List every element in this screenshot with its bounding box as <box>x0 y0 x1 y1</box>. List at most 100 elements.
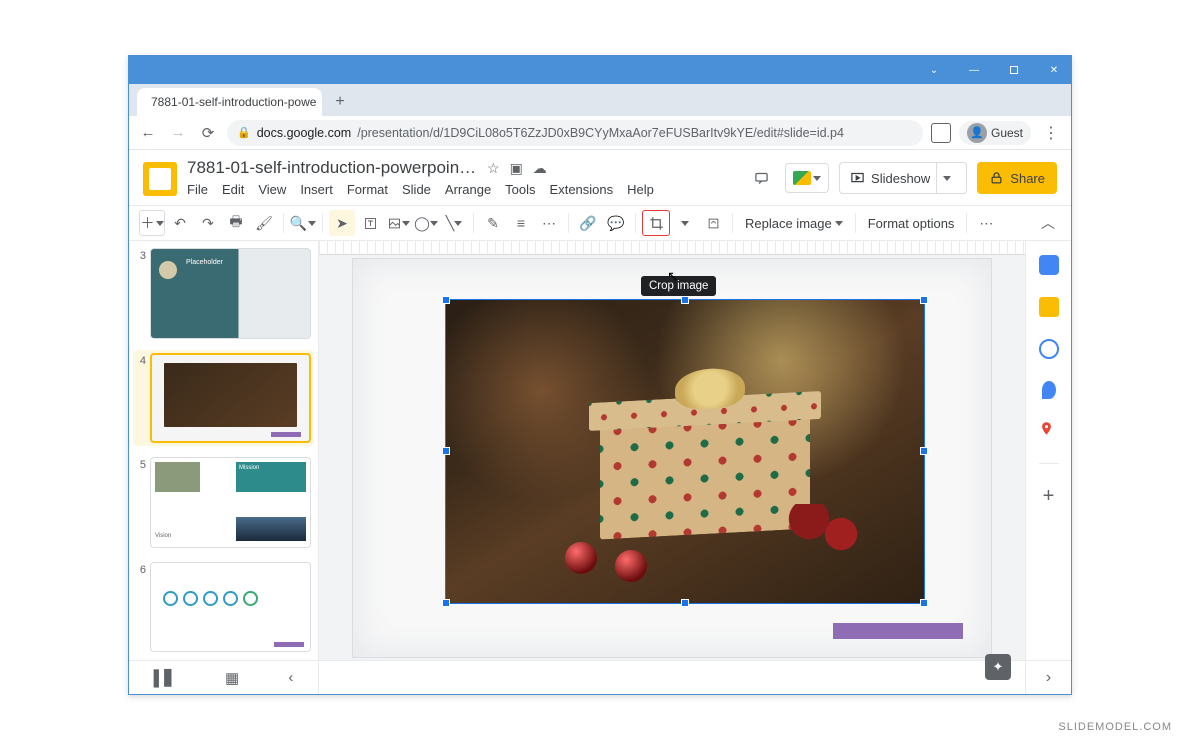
share-label: Share <box>1010 171 1045 186</box>
decorative-bar[interactable] <box>833 623 963 639</box>
side-panel: + <box>1025 241 1071 660</box>
watermark: SLIDEMODEL.COM <box>1058 721 1172 733</box>
menu-insert[interactable]: Insert <box>300 182 333 197</box>
maps-icon[interactable] <box>1039 421 1059 441</box>
comments-icon[interactable] <box>747 164 775 192</box>
border-weight-icon[interactable]: ≡ <box>508 210 534 236</box>
contacts-icon[interactable] <box>1042 381 1056 399</box>
gift-box-graphic <box>595 373 815 545</box>
hide-sidepanel-icon[interactable]: › <box>1025 661 1071 694</box>
undo-icon[interactable]: ↶ <box>167 210 193 236</box>
filmstrip-view-icon[interactable]: ▌▋ <box>154 669 176 687</box>
berries-graphic <box>785 504 865 554</box>
menu-slide[interactable]: Slide <box>402 182 431 197</box>
zoom-icon[interactable]: 🔍 <box>290 210 316 236</box>
paint-format-icon[interactable]: 🖌 <box>251 210 277 236</box>
window-titlebar: ⌄ — ✕ <box>129 56 1071 84</box>
crop-image-button[interactable] <box>642 210 670 236</box>
new-slide-button[interactable]: ＋ <box>139 210 165 236</box>
redo-icon[interactable]: ↷ <box>195 210 221 236</box>
url-host: docs.google.com <box>257 126 352 140</box>
slideshow-dropdown[interactable] <box>936 163 956 193</box>
cloud-status-icon[interactable]: ☁ <box>533 160 547 177</box>
meet-icon <box>793 171 811 185</box>
new-tab-button[interactable]: + <box>328 90 352 114</box>
select-tool-icon[interactable]: ➤ <box>329 210 355 236</box>
slide-thumb-3[interactable]: 3 Placeholder <box>133 245 314 342</box>
meet-button[interactable] <box>785 163 829 193</box>
slides-logo-icon[interactable] <box>143 162 177 196</box>
back-icon[interactable]: ← <box>137 122 159 144</box>
document-title[interactable]: 7881-01-self-introduction-powerpoint... <box>187 158 477 178</box>
slide-thumb-6[interactable]: 6 <box>133 559 314 656</box>
browser-menu-icon[interactable]: ⋮ <box>1039 123 1063 143</box>
replace-image-button[interactable]: Replace image <box>739 216 849 231</box>
image-icon[interactable] <box>385 210 411 236</box>
border-dash-icon[interactable]: ⋯ <box>536 210 562 236</box>
collapse-filmstrip-icon[interactable]: ‹ <box>288 669 293 686</box>
line-icon[interactable]: ╲ <box>441 210 467 236</box>
format-options-button[interactable]: Format options <box>862 216 961 231</box>
menu-format[interactable]: Format <box>347 182 388 197</box>
reload-icon[interactable]: ⟳ <box>197 122 219 144</box>
profile-chip[interactable]: 👤 Guest <box>959 121 1031 145</box>
share-button[interactable]: Share <box>977 162 1057 194</box>
more-icon[interactable]: ⋯ <box>973 210 999 236</box>
comment-icon[interactable]: 💬 <box>603 210 629 236</box>
border-color-icon[interactable]: ✎ <box>480 210 506 236</box>
lock-icon: 🔒 <box>237 126 251 139</box>
reset-image-icon[interactable] <box>700 210 726 236</box>
slide-editor[interactable] <box>352 258 992 658</box>
browser-toolbar: ← → ⟳ 🔒 docs.google.com /presentation/d/… <box>129 116 1071 150</box>
menu-bar: File Edit View Insert Format Slide Arran… <box>187 182 737 197</box>
browser-tab-active[interactable]: 7881-01-self-introduction-powe ✕ <box>137 88 322 116</box>
window-chevron-icon[interactable]: ⌄ <box>927 63 941 77</box>
slide-canvas[interactable] <box>319 241 1025 660</box>
slide-thumb-4[interactable]: 4 <box>133 350 314 447</box>
cursor-icon: ↖ <box>667 268 679 285</box>
profile-label: Guest <box>991 126 1023 140</box>
bottom-bar: ▌▋ ▦ ‹ › <box>129 660 1071 694</box>
collapse-toolbar-icon[interactable]: ︿ <box>1035 210 1061 236</box>
star-icon[interactable]: ☆ <box>487 160 500 177</box>
calendar-icon[interactable] <box>1039 255 1059 275</box>
window-maximize-icon[interactable] <box>1007 63 1021 77</box>
forward-icon[interactable]: → <box>167 122 189 144</box>
selected-image[interactable] <box>445 299 925 604</box>
tab-title: 7881-01-self-introduction-powe <box>151 95 316 109</box>
menu-arrange[interactable]: Arrange <box>445 182 491 197</box>
menu-edit[interactable]: Edit <box>222 182 244 197</box>
browser-window: ⌄ — ✕ 7881-01-self-introduction-powe ✕ +… <box>128 55 1072 695</box>
print-icon[interactable]: 🖶 <box>223 210 249 236</box>
ornament-graphic <box>615 550 647 582</box>
explore-button[interactable]: ✦ <box>985 654 1011 680</box>
menu-view[interactable]: View <box>258 182 286 197</box>
filmstrip-panel[interactable]: 3 Placeholder 4 5 Mission Vision <box>129 241 319 660</box>
menu-file[interactable]: File <box>187 182 208 197</box>
move-icon[interactable]: ▣ <box>510 160 523 177</box>
shape-icon[interactable]: ◯ <box>413 210 439 236</box>
slide-thumb-5[interactable]: 5 Mission Vision <box>133 454 314 551</box>
textbox-icon[interactable] <box>357 210 383 236</box>
keep-icon[interactable] <box>1039 297 1059 317</box>
chevron-down-icon <box>813 176 821 181</box>
menu-tools[interactable]: Tools <box>505 182 535 197</box>
extension-icon[interactable] <box>931 123 951 143</box>
browser-tab-strip: 7881-01-self-introduction-powe ✕ + <box>129 84 1071 116</box>
window-close-icon[interactable]: ✕ <box>1047 63 1061 77</box>
slideshow-button[interactable]: Slideshow <box>839 162 967 194</box>
tasks-icon[interactable] <box>1039 339 1059 359</box>
address-bar[interactable]: 🔒 docs.google.com /presentation/d/1D9CiL… <box>227 120 923 146</box>
mask-dropdown-icon[interactable] <box>672 210 698 236</box>
menu-extensions[interactable]: Extensions <box>550 182 614 197</box>
menu-help[interactable]: Help <box>627 182 654 197</box>
url-path: /presentation/d/1D9CiL08o5T6ZzJD0xB9CYyM… <box>357 126 844 140</box>
window-minimize-icon[interactable]: — <box>967 63 981 77</box>
horizontal-ruler <box>319 241 1025 255</box>
avatar-icon: 👤 <box>967 123 987 143</box>
add-addon-icon[interactable]: + <box>1039 486 1059 506</box>
link-icon[interactable]: 🔗 <box>575 210 601 236</box>
grid-view-icon[interactable]: ▦ <box>225 669 239 687</box>
app-header: 7881-01-self-introduction-powerpoint... … <box>129 150 1071 197</box>
workspace: 3 Placeholder 4 5 Mission Vision <box>129 241 1071 660</box>
